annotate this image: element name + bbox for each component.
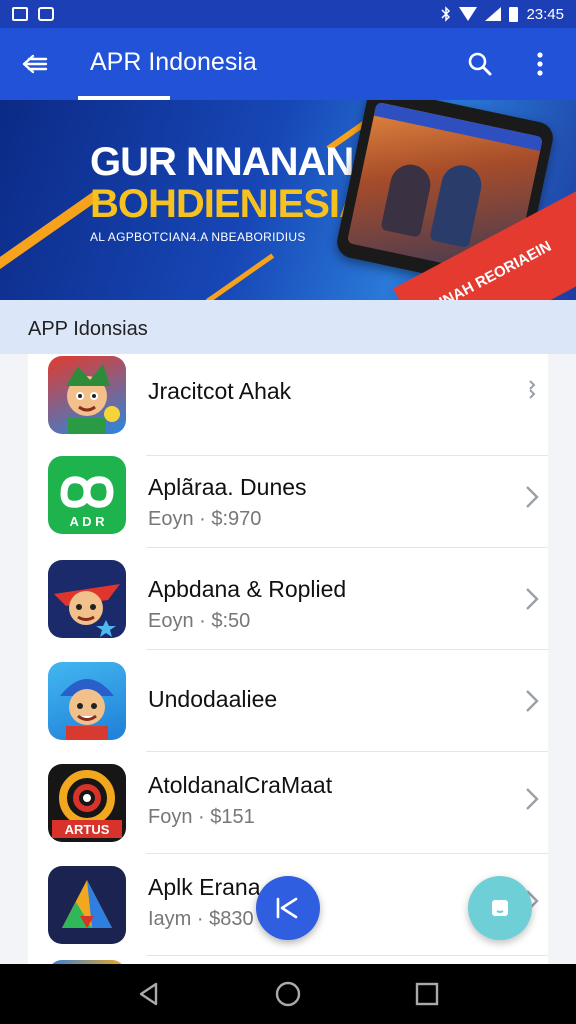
square-recents-icon [415, 982, 438, 1006]
list-item[interactable]: Jracitcot Ahak [28, 354, 548, 456]
nav-back-button[interactable] [125, 970, 173, 1018]
circle-home-icon [275, 981, 301, 1007]
back-arrow-icon [276, 897, 298, 919]
battery-icon [509, 6, 519, 22]
app-subtitle: Foyn · $151 [148, 806, 255, 828]
signal-icon [485, 7, 502, 21]
list-item[interactable]: Undodaaliee [28, 650, 548, 752]
app-subtitle: Eoyn · $:50 [148, 610, 251, 632]
app-notification-icon [38, 7, 54, 21]
cartoon-hero-icon [48, 356, 126, 434]
back-arrow-icon [22, 54, 48, 74]
phone-screen-bar [373, 101, 544, 151]
triangle-logo-icon [48, 866, 126, 944]
list-item[interactable]: Apbdana & Roplied Eoyn · $:50 [28, 548, 548, 650]
nav-home-button[interactable] [264, 970, 312, 1018]
phone-figure [380, 160, 435, 238]
app-title: Apbdana & Roplied [148, 576, 347, 602]
green-logo-icon: A D R [48, 456, 126, 534]
app-title: Jracitcot Ahak [148, 378, 292, 404]
status-bar-indicators: 23:45 [441, 6, 564, 23]
primary-fab-button[interactable] [256, 876, 320, 940]
chevron-right-icon [524, 688, 540, 714]
banner-headline-2: BOHDIENIESIA [90, 182, 368, 226]
phone-figure [429, 161, 486, 249]
target-logo-icon: ARTUS [48, 764, 126, 842]
list-item[interactable]: ARTUS AtoldanalCraMaat Foyn · $151 [28, 752, 548, 854]
banner-subtitle: AL AGPBOTCIAN4.A NBEABORIDIUS [90, 230, 306, 244]
app-list: Jracitcot Ahak A D R Aplãraa. Dunes Eoyn… [28, 354, 548, 966]
nav-recents-button[interactable] [403, 970, 451, 1018]
status-bar-notifications [12, 7, 54, 21]
more-vert-icon [537, 52, 543, 76]
app-title: Aplãraa. Dunes [148, 474, 307, 500]
list-item[interactable]: A D R Aplãraa. Dunes Eoyn · $:970 [28, 446, 548, 548]
app-bar-title: APR Indonesia [90, 48, 257, 76]
notification-icon [12, 7, 28, 21]
search-icon [468, 52, 492, 76]
secondary-fab-button[interactable] [468, 876, 532, 940]
banner-decor-streak [0, 190, 101, 280]
back-button[interactable] [18, 48, 52, 80]
chevron-right-icon [524, 484, 540, 510]
app-subtitle: Iaym · $830 [148, 908, 254, 930]
status-bar: 23:45 [0, 0, 576, 28]
drag-handle-icon[interactable] [524, 378, 540, 404]
section-header: APP Idonsias [0, 300, 576, 354]
app-bar: APR Indonesia [0, 28, 576, 100]
section-title: APP Idonsias [28, 318, 148, 340]
banner-decor-streak [205, 253, 275, 300]
chevron-right-icon [524, 586, 540, 612]
triangle-back-icon [140, 982, 158, 1006]
blue-hat-character-icon [48, 662, 126, 740]
svg-text:A D R: A D R [70, 514, 106, 529]
status-time: 23:45 [526, 5, 564, 23]
search-button[interactable] [462, 46, 498, 82]
app-title: Undodaaliee [148, 686, 278, 712]
overflow-menu-button[interactable] [524, 46, 556, 82]
bluetooth-icon [441, 6, 451, 22]
app-title: AtoldanalCraMaat [148, 772, 333, 798]
system-nav-bar [0, 964, 576, 1024]
chevron-right-icon [524, 786, 540, 812]
banner-headline: GUR NNANAN [90, 140, 354, 184]
pirate-hero-icon [48, 560, 126, 638]
svg-text:ARTUS: ARTUS [65, 822, 110, 837]
promo-banner[interactable]: GUR NNANAN BOHDIENIESIA AL AGPBOTCIAN4.A… [0, 100, 576, 300]
app-title: Aplk Erana [148, 874, 261, 900]
square-icon [492, 900, 508, 916]
app-subtitle: Eoyn · $:970 [148, 508, 262, 530]
wifi-icon [459, 7, 478, 21]
